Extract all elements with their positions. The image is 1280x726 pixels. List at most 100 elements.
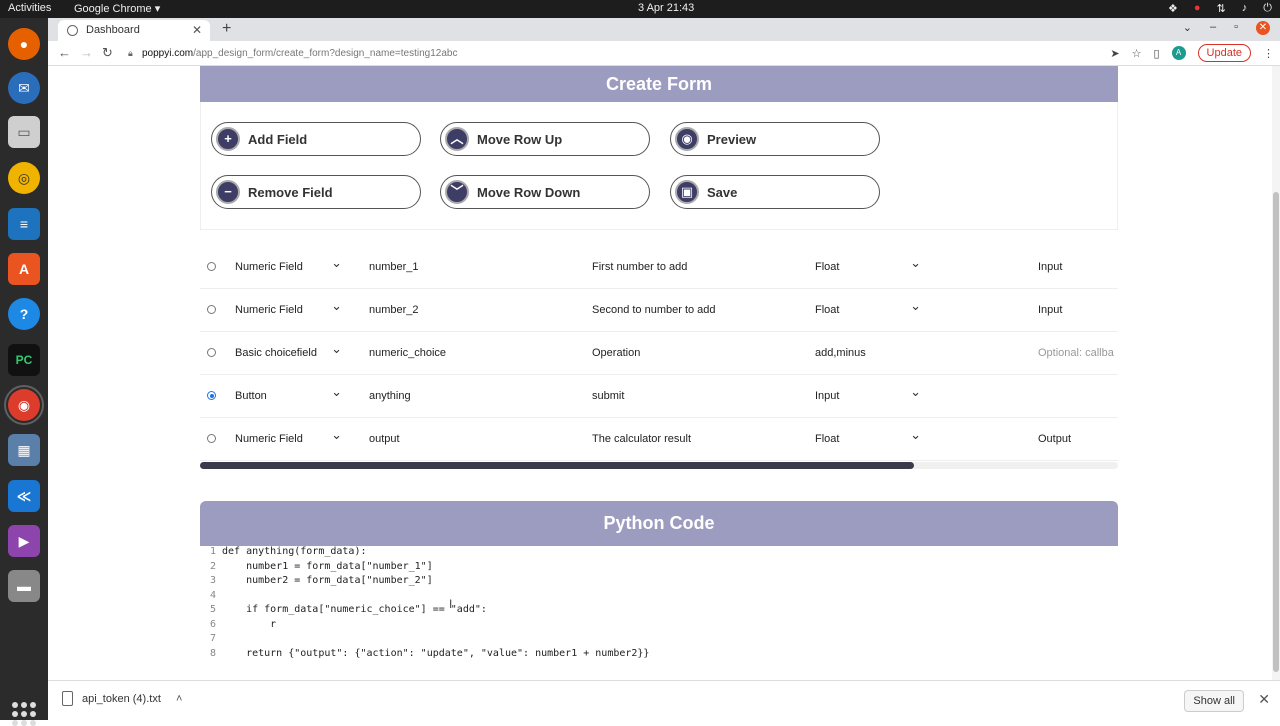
form-actions-panel: + Add Field ︿ Move Row Up ◉ Preview − Re… xyxy=(200,102,1118,230)
save-button[interactable]: ▣ Save xyxy=(670,175,880,209)
row-select-radio[interactable] xyxy=(207,348,216,357)
lock-icon[interactable]: 🔒︎ xyxy=(128,48,133,59)
line-number: 4 xyxy=(209,590,216,601)
rows-horizontal-scrollbar[interactable] xyxy=(200,462,1118,469)
close-tab-icon[interactable]: ✕ xyxy=(192,23,202,37)
chevron-up-icon: ︿ xyxy=(445,127,469,151)
field-type-select[interactable]: Numeric Field xyxy=(235,246,342,288)
help-icon[interactable]: ? xyxy=(8,298,40,330)
toolbar-actions: ➤ ☆ ▯ A Update ⋮ xyxy=(1110,44,1274,62)
show-applications-icon[interactable] xyxy=(12,702,36,726)
send-icon[interactable]: ➤ xyxy=(1110,47,1119,60)
pycharm-icon[interactable]: PC xyxy=(8,344,40,376)
field-label-input[interactable]: The calculator result xyxy=(592,418,792,460)
scrollbar-thumb[interactable] xyxy=(1273,192,1279,672)
activities-button[interactable]: Activities xyxy=(8,2,51,14)
vscode-icon[interactable]: ≪ xyxy=(8,480,40,512)
row-select-radio[interactable] xyxy=(207,434,216,443)
firefox-icon[interactable]: ● xyxy=(8,28,40,60)
chevron-up-icon[interactable]: ˄ xyxy=(176,693,182,705)
code-text: number2 = form_data["number_2"] xyxy=(222,575,433,586)
remove-field-button[interactable]: − Remove Field xyxy=(211,175,421,209)
drive-icon[interactable]: ▬ xyxy=(8,570,40,602)
globe-icon xyxy=(67,25,78,36)
close-download-bar-icon[interactable]: ✕ xyxy=(1258,691,1270,708)
data-type-select[interactable]: Float xyxy=(815,246,921,288)
bookmark-star-icon[interactable]: ☆ xyxy=(1132,47,1142,60)
row-select-radio[interactable] xyxy=(207,305,216,314)
side-panel-icon[interactable]: ▯ xyxy=(1153,47,1159,60)
rhythmbox-icon[interactable]: ◎ xyxy=(8,162,40,194)
row-select-radio[interactable] xyxy=(207,262,216,271)
field-label-input[interactable]: Second to number to add xyxy=(592,289,792,331)
profile-avatar[interactable]: A xyxy=(1171,46,1186,60)
record-icon[interactable]: ● xyxy=(1194,2,1201,15)
field-name-input[interactable]: output xyxy=(369,418,569,460)
eye-icon: ◉ xyxy=(675,127,699,151)
field-type-select[interactable]: Numeric Field xyxy=(235,418,342,460)
field-type-select[interactable]: Numeric Field xyxy=(235,289,342,331)
thunderbird-icon[interactable]: ✉ xyxy=(8,72,40,104)
network-icon[interactable]: ⇅ xyxy=(1217,2,1226,15)
move-row-down-button[interactable]: ﹀ Move Row Down xyxy=(440,175,650,209)
field-label-input[interactable]: submit xyxy=(592,375,792,417)
scrollbar-thumb[interactable] xyxy=(200,462,914,469)
minimize-icon[interactable]: – xyxy=(1210,21,1216,35)
row-select-radio[interactable] xyxy=(207,391,216,400)
screenshot-icon[interactable]: ▦ xyxy=(8,434,40,466)
line-number: 8 xyxy=(209,648,216,659)
address-bar[interactable]: 🔒︎ poppyi.com/app_design_form/create_for… xyxy=(128,44,1128,63)
dropbox-icon[interactable]: ❖ xyxy=(1168,2,1178,15)
power-icon[interactable]: ⏻ xyxy=(1263,2,1272,15)
field-label-input[interactable]: Operation xyxy=(592,332,792,374)
move-row-up-button[interactable]: ︿ Move Row Up xyxy=(440,122,650,156)
new-tab-button[interactable]: + xyxy=(222,20,231,38)
system-tray[interactable]: ❖ ● ⇅ ♪ ⏻ xyxy=(1168,2,1272,15)
tab-dashboard[interactable]: Dashboard ✕ xyxy=(58,20,210,41)
io-input[interactable]: Input xyxy=(1038,246,1118,288)
close-window-icon[interactable]: ✕ xyxy=(1256,21,1270,35)
field-name-input[interactable]: number_2 xyxy=(369,289,569,331)
show-all-button[interactable]: Show all xyxy=(1184,690,1244,712)
field-type-select[interactable]: Basic choicefield xyxy=(235,332,342,374)
files-icon[interactable]: ▭ xyxy=(8,116,40,148)
field-name-input[interactable]: anything xyxy=(369,375,569,417)
code-text: number1 = form_data["number_1"] xyxy=(222,561,433,572)
menu-kebab-icon[interactable]: ⋮ xyxy=(1263,47,1274,60)
toolbar: ← → ↻ 🔒︎ poppyi.com/app_design_form/crea… xyxy=(48,41,1280,66)
field-name-input[interactable]: numeric_choice xyxy=(369,332,569,374)
video-icon[interactable]: ▶ xyxy=(8,525,40,557)
field-name-input[interactable]: number_1 xyxy=(369,246,569,288)
download-item[interactable]: api_token (4).txt ˄ xyxy=(62,691,182,706)
chrome-icon[interactable]: ◉ xyxy=(4,385,44,425)
update-button[interactable]: Update xyxy=(1197,44,1251,62)
back-icon[interactable]: ← xyxy=(58,45,71,60)
page-vertical-scrollbar[interactable] xyxy=(1272,66,1280,680)
add-field-button[interactable]: + Add Field xyxy=(211,122,421,156)
data-type-select[interactable]: Float xyxy=(815,418,921,460)
line-number: 6 xyxy=(209,619,216,630)
field-label-input[interactable]: First number to add xyxy=(592,246,792,288)
callback-input[interactable]: Optional: callba xyxy=(1038,332,1118,374)
preview-button[interactable]: ◉ Preview xyxy=(670,122,880,156)
clock[interactable]: 3 Apr 21:43 xyxy=(638,2,694,14)
code-editor[interactable]: 1 def anything(form_data): 2 number1 = fo… xyxy=(200,546,1118,680)
data-type-select[interactable]: Float xyxy=(815,289,921,331)
system-top-bar: Activities Google Chrome ▾ 3 Apr 21:43 ❖… xyxy=(0,0,1280,18)
data-type-select[interactable]: Input xyxy=(815,375,921,417)
maximize-icon[interactable]: ▫ xyxy=(1234,21,1238,35)
volume-icon[interactable]: ♪ xyxy=(1242,2,1248,15)
field-type-select[interactable]: Button xyxy=(235,375,342,417)
writer-icon[interactable]: ≡ xyxy=(8,208,40,240)
code-text: def anything(form_data): xyxy=(222,546,367,557)
line-number: 7 xyxy=(209,633,216,644)
forward-icon[interactable]: → xyxy=(80,45,93,60)
tab-search-icon[interactable]: ⌄ xyxy=(1183,21,1192,35)
app-menu[interactable]: Google Chrome ▾ xyxy=(74,2,160,15)
io-input[interactable]: Output xyxy=(1038,418,1118,460)
app-center-icon[interactable]: A xyxy=(8,253,40,285)
reload-icon[interactable]: ↻ xyxy=(102,45,113,61)
io-input[interactable]: Input xyxy=(1038,289,1118,331)
move-row-up-label: Move Row Up xyxy=(477,132,563,147)
choices-input[interactable]: add,minus xyxy=(815,332,1015,374)
